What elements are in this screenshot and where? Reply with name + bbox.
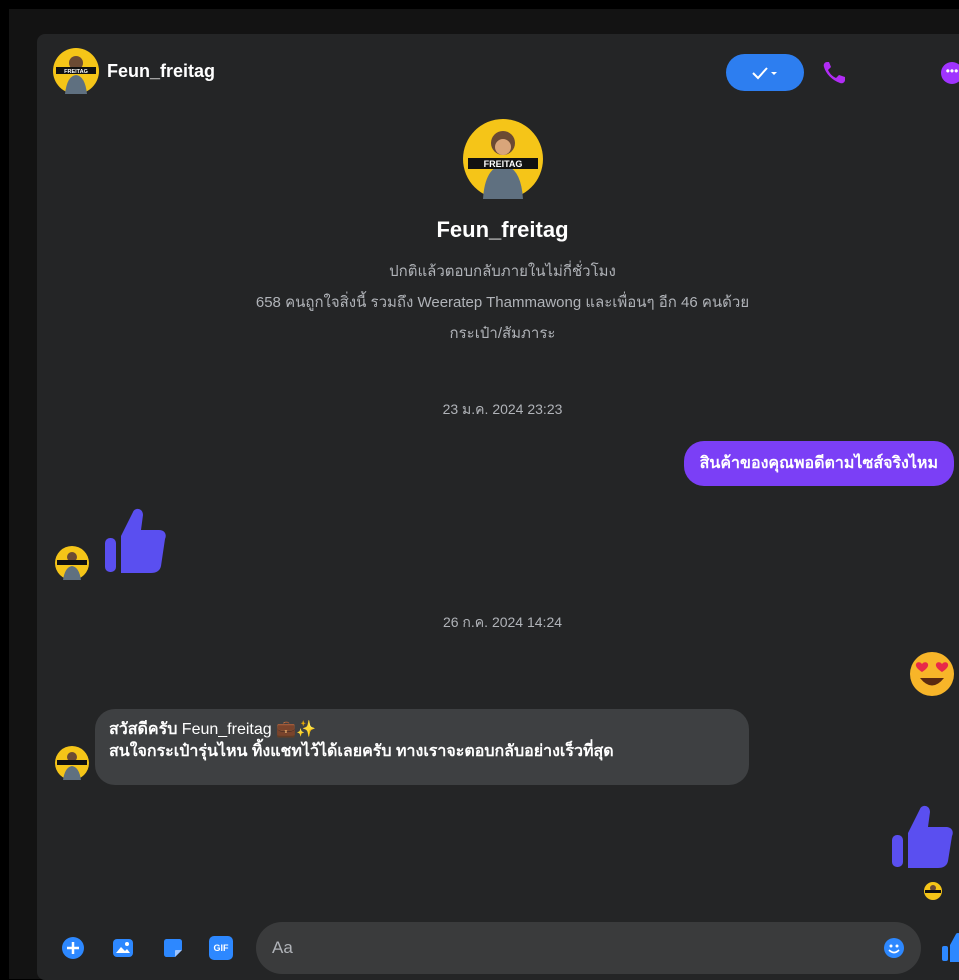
timestamp: 26 ก.ค. 2024 14:24 — [442, 614, 563, 630]
gif-icon[interactable]: GIF — [209, 936, 233, 960]
contact-avatar[interactable] — [55, 546, 89, 580]
emoji-icon[interactable] — [883, 937, 905, 959]
greeting-text: สวัสดีครับ — [109, 721, 178, 738]
header-contact-name[interactable]: Feun_freitag — [107, 61, 215, 82]
messenger-window: FREITAG Feun_freitag ••• FREITAG Feun_fr… — [9, 9, 959, 980]
incoming-message[interactable]: สวัสดีครับ Feun_freitag 💼✨ สนใจกระเป๋ารุ… — [95, 709, 749, 785]
image-icon[interactable] — [111, 936, 135, 960]
mark-done-button[interactable] — [726, 54, 804, 91]
svg-text:FREITAG: FREITAG — [64, 69, 88, 75]
page-category: กระเป๋า/สัมภาระ — [449, 325, 556, 342]
message-input[interactable]: Aa — [256, 922, 921, 974]
response-time-note: ปกติแล้วตอบกลับภายในไม่กี่ชั่วโมง — [389, 263, 616, 280]
like-icon[interactable] — [941, 932, 959, 962]
chat-header: FREITAG Feun_freitag ••• — [37, 34, 959, 110]
thumbs-up-icon[interactable] — [890, 803, 954, 869]
seen-indicator-avatar — [924, 882, 942, 900]
header-avatar[interactable]: FREITAG — [53, 48, 99, 94]
composer-bar: GIF Aa — [37, 920, 959, 980]
contact-avatar[interactable] — [55, 746, 89, 780]
greeting-rest: Feun_freitag 💼✨ — [177, 721, 316, 738]
check-dropdown-icon — [752, 66, 777, 79]
heart-eyes-icon[interactable] — [909, 651, 955, 697]
thumbs-up-icon[interactable] — [103, 506, 167, 574]
profile-avatar[interactable]: FREITAG — [463, 119, 543, 199]
profile-name: Feun_freitag — [436, 217, 569, 242]
outgoing-message[interactable]: สินค้าของคุณพอดีตามไซส์จริงไหม — [683, 441, 954, 486]
plus-icon[interactable] — [61, 936, 85, 960]
sticker-icon[interactable] — [161, 936, 185, 960]
timestamp: 23 ม.ค. 2024 23:23 — [442, 401, 563, 417]
likes-note: 658 คนถูกใจสิ่งนี้ รวมถึง Weeratep Thamm… — [255, 294, 750, 311]
more-icon[interactable]: ••• — [941, 62, 959, 84]
incoming-message-line-1: สวัสดีครับ Feun_freitag 💼✨ — [109, 719, 735, 741]
chat-panel: FREITAG Feun_freitag ••• FREITAG Feun_fr… — [37, 34, 959, 980]
phone-icon[interactable] — [819, 58, 849, 88]
profile-avatar-logo-text: FREITAG — [484, 159, 523, 169]
message-input-placeholder: Aa — [272, 938, 293, 957]
incoming-message-line-2: สนใจกระเป๋ารุ่นไหน ทิ้งแชทไว้ได้เลยครับ … — [109, 743, 614, 760]
